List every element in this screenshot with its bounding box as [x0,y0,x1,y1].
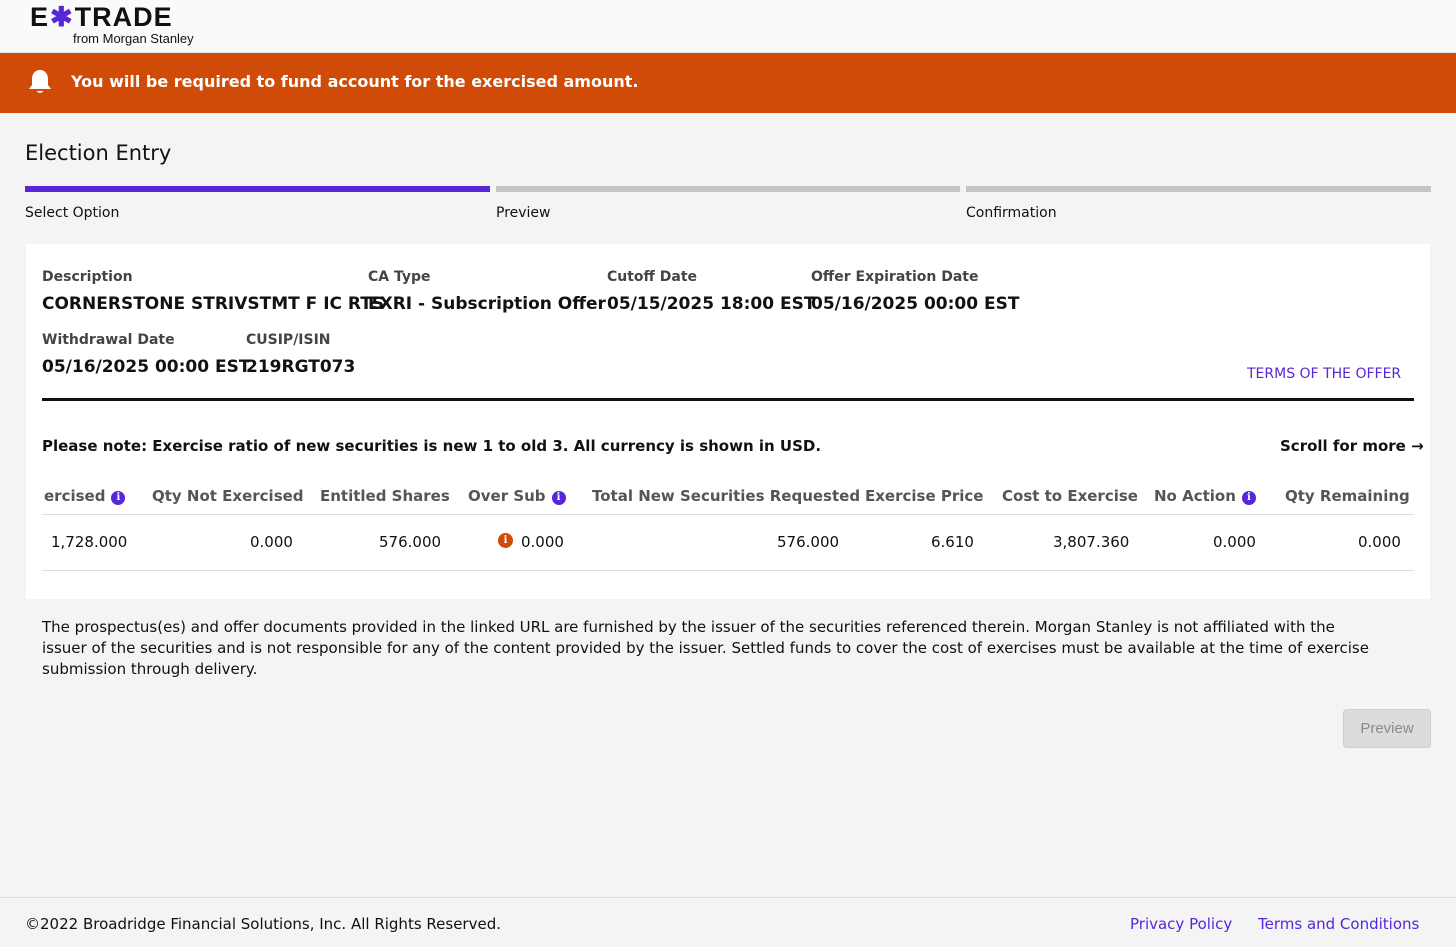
column-header-over-sub-text: Over Sub [468,487,546,505]
copyright-text: ©2022 Broadridge Financial Solutions, In… [25,915,501,933]
step-label-confirmation: Confirmation [966,205,1057,221]
logo-letter-e: E [30,2,50,32]
info-icon[interactable]: i [1241,491,1256,505]
step-label-preview: Preview [496,205,551,221]
description-value: CORNERSTONE STRIVSTMT F IC RTS [42,294,385,314]
column-header-over-sub: Over Sub i [468,487,566,505]
description-label: Description [42,269,133,285]
ca-type-label: CA Type [368,269,431,285]
etrade-logo[interactable]: E ✱ TRADE from Morgan Stanley [30,2,194,47]
column-header-qty-remaining: Qty Remaining [1285,487,1410,505]
offer-expiration-label: Offer Expiration Date [811,269,979,285]
alert-message: You will be required to fund account for… [71,72,639,91]
preview-button[interactable]: Preview [1343,709,1431,748]
column-header-exercised: ercised i [44,487,126,505]
page-title: Election Entry [25,141,172,165]
column-header-exercise-price: Exercise Price [865,487,984,505]
step-bar-confirmation [966,186,1431,192]
cell-cost-to-exercise: 3,807.360 [1053,533,1130,551]
logo-letters-trade: TRADE [74,2,173,32]
cell-qty-remaining: 0.000 [1358,533,1401,551]
column-header-no-action-text: No Action [1154,487,1236,505]
cell-no-action[interactable]: 0.000 [1213,533,1256,551]
logo-subtitle: from Morgan Stanley [73,31,194,46]
step-label-select-option: Select Option [25,205,120,221]
column-header-qty-not-exercised: Qty Not Exercised [152,487,304,505]
cell-exercise-price: 6.610 [931,533,974,551]
cell-qty-not-exercised: 0.000 [250,533,293,551]
info-icon[interactable]: i [111,491,126,505]
step-bar-preview [496,186,960,192]
offer-details-card: Description CORNERSTONE STRIVSTMT F IC R… [26,244,1430,599]
logo-wordmark: E ✱ TRADE [30,2,194,32]
column-header-exercised-text: ercised [44,487,106,505]
fund-alert-banner: You will be required to fund account for… [0,53,1456,113]
cutoff-date-label: Cutoff Date [607,269,698,285]
warning-icon[interactable]: i [498,533,513,548]
page-footer: ©2022 Broadridge Financial Solutions, In… [0,897,1456,947]
cusip-value: 219RGT073 [246,357,356,377]
ca-type-value: EXRI - Subscription Offer [368,294,606,314]
terms-of-offer-link[interactable]: TERMS OF THE OFFER [1247,366,1401,382]
step-bar-select-option [25,186,490,192]
privacy-policy-link[interactable]: Privacy Policy [1130,915,1232,933]
offer-expiration-value: 05/16/2025 00:00 EST [811,294,1020,314]
column-header-cost-to-exercise: Cost to Exercise [1002,487,1138,505]
table-row-divider [42,570,1414,571]
column-header-entitled-shares: Entitled Shares [320,487,450,505]
cutoff-date-value: 05/15/2025 18:00 EST [607,294,816,314]
terms-and-conditions-link[interactable]: Terms and Conditions [1258,915,1419,933]
table-header-divider [42,514,1414,515]
bell-icon [27,68,53,100]
logo-star-icon: ✱ [50,2,74,32]
withdrawal-date-label: Withdrawal Date [42,332,175,348]
cell-total-new-securities: 576.000 [777,533,840,551]
prospectus-disclaimer: The prospectus(es) and offer documents p… [42,618,1369,678]
info-icon[interactable]: i [551,491,566,505]
cell-entitled-shares: 576.000 [379,533,442,551]
cell-exercised[interactable]: 1,728.000 [51,533,127,551]
withdrawal-date-value: 05/16/2025 00:00 EST [42,357,251,377]
exercise-ratio-note: Please note: Exercise ratio of new secur… [42,437,822,455]
cell-over-sub[interactable]: 0.000 [521,533,564,551]
scroll-for-more-link[interactable]: Scroll for more → [1280,437,1424,455]
top-header: E ✱ TRADE from Morgan Stanley [0,0,1456,53]
section-divider [42,398,1414,401]
cusip-label: CUSIP/ISIN [246,332,331,348]
column-header-no-action: No Action i [1154,487,1256,505]
column-header-total-new-securities: Total New Securities Requested [592,487,861,505]
